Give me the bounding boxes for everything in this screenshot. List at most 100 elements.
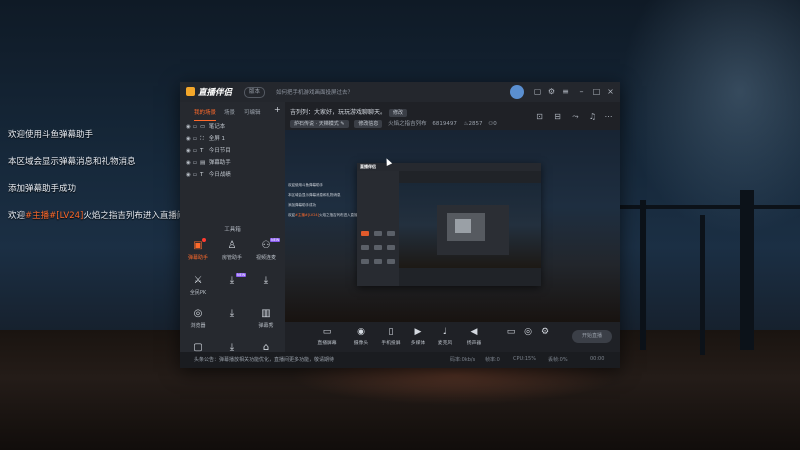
tool-download[interactable]: NEW ⤓ (217, 273, 247, 289)
nested-window (455, 219, 471, 233)
nested-tool (387, 259, 395, 264)
title-bar[interactable]: 直播伴侣 版本 如何把手机游戏画面投屏过去？ ▢ ⚙ ≡ – □ × (180, 82, 620, 102)
viewer-count: 0 (493, 121, 497, 127)
stat-bitrate: 码率:0kb/s (450, 357, 476, 363)
user-avatar[interactable] (510, 85, 524, 99)
tool-download[interactable]: ⤓ (251, 275, 281, 289)
tab-editable[interactable]: 可编辑 (244, 108, 261, 116)
edit-title-button[interactable]: 修改 (389, 109, 408, 117)
eye-icon[interactable]: ◉ (186, 148, 193, 154)
lock-icon[interactable]: ▫ (193, 172, 200, 178)
lock-icon[interactable]: ▫ (193, 160, 200, 166)
announcement-text: 头条公告：弹幕播放相关功能优化，直播间更多功能，敬请期待 (194, 357, 335, 363)
eye-icon[interactable]: ◉ (186, 124, 193, 130)
start-live-button[interactable]: 开始直播 (572, 330, 612, 343)
lock-icon[interactable]: ▫ (193, 136, 200, 142)
chat-host-tag: #主播#[LV24] (25, 211, 84, 221)
room-title-row: 吉列列：大家好，玩玩游戏聊聊天。 修改 (290, 107, 408, 117)
add-scene-button[interactable]: + (274, 105, 281, 114)
settings-button[interactable]: ⚙ (531, 327, 559, 337)
maximize-icon[interactable]: □ (592, 87, 601, 96)
category-label: 炉石传说 · 天梯模式 (294, 121, 339, 127)
background-rail (620, 205, 800, 209)
chat-suffix: 进入直播间 (142, 211, 186, 221)
preview-chat-line: 欢迎使用斗鱼弹幕助手 (288, 183, 323, 187)
minimize-icon[interactable]: – (577, 87, 586, 96)
eye-icon[interactable]: ◉ (186, 172, 193, 178)
background-post (640, 200, 646, 350)
chat-window-icon[interactable]: ▢ (533, 87, 542, 96)
room-id: 6819497 (432, 121, 457, 127)
monitor-icon: ▭ (322, 327, 332, 337)
scene-item[interactable]: ◉ ▫ T 今日战绩 (186, 170, 231, 179)
tool-danmaku-show[interactable]: ▥ 弹幕秀 (251, 308, 281, 329)
camera-button[interactable]: ◉ 摄像头 (347, 327, 375, 346)
phone-cast-button[interactable]: ▯ 手机投屏 (377, 327, 405, 346)
tool-browser[interactable]: ◎ 浏览器 (183, 308, 213, 329)
tool-danmaku-assistant[interactable]: ▣ 弹幕助手 (183, 238, 213, 261)
source-control-bar: ▭ 直播屏幕 ◉ 摄像头 ▯ 手机投屏 ▶ 多媒体 ♩ 麦克风 ◀ 扬声器 ▭ ◎ ⚙ 开始… (285, 322, 620, 352)
lock-icon[interactable]: ▫ (193, 148, 200, 154)
speaker-button[interactable]: ◀ 扬声器 (460, 327, 488, 346)
preview-chat-line: 添加弹幕助手成功 (288, 203, 316, 207)
control-label: 多媒体 (410, 341, 426, 346)
scene-item[interactable]: ◉ ▫ ▭ 笔记本 (186, 122, 225, 131)
chat-icon: ▤ (200, 160, 206, 166)
edit-info-button[interactable]: 修改信息 (354, 120, 383, 128)
version-badge[interactable]: 版本 (244, 87, 266, 98)
control-label: 手机投屏 (381, 341, 401, 346)
new-badge: NEW (270, 238, 281, 242)
live-preview[interactable]: 欢迎使用斗鱼弹幕助手 本区域会显示弹幕消息和礼物消息 添加弹幕助手成功 欢迎#主… (285, 130, 620, 322)
room-info-bar: 吉列列：大家好，玩玩游戏聊聊天。 修改 炉石传说 · 天梯模式 ✎ 修改信息 火焰… (285, 102, 620, 130)
tool-label: 弹幕助手 (187, 255, 208, 261)
overlay-chat-line: 添加弹幕助手成功 (8, 184, 77, 194)
tool-download[interactable]: ⤓ (217, 308, 247, 322)
tab-scenes[interactable]: 场景 (224, 108, 235, 116)
eye-icon[interactable]: ◉ (186, 160, 193, 166)
status-footer: 头条公告：弹幕播放相关功能优化，直播间更多功能，敬请期待 码率:0kb/s 帧率… (180, 352, 620, 368)
gift-icon[interactable]: ⊡ (535, 112, 544, 121)
new-badge: NEW (236, 273, 247, 277)
tool-video-link[interactable]: NEW ⚇ 视频连麦 (251, 238, 281, 261)
tool-room-manager[interactable]: ♙ 房管助手 (217, 240, 247, 261)
more-icon[interactable]: ⋯ (604, 112, 613, 121)
nested-sidebar (357, 171, 399, 286)
bell-icon[interactable]: ♫ (588, 112, 597, 121)
app-logo: 直播伴侣 (186, 86, 232, 98)
help-notice-link[interactable]: 如何把手机游戏画面投屏过去？ (276, 88, 353, 96)
microphone-button[interactable]: ♩ 麦克风 (431, 327, 459, 346)
text-icon: T (200, 172, 204, 178)
overlay-chat-line: 本区域会显示弹幕消息和礼物消息 (8, 157, 136, 167)
record-icon[interactable]: ⊟ (553, 112, 562, 121)
camera-icon: ◉ (357, 327, 365, 337)
tool-label: 全民PK (189, 290, 207, 296)
scene-label: 全屏 1 (208, 136, 225, 142)
nested-title-bar: 直播伴侣 (357, 163, 541, 171)
room-title: 吉列列：大家好，玩玩游戏聊聊天。 (290, 109, 387, 116)
eye-icon[interactable]: ◉ (186, 136, 193, 142)
tool-pk[interactable]: ⚔ 全民PK (183, 275, 213, 296)
media-icon: ▶ (414, 327, 422, 337)
screen-capture-button[interactable]: ▭ 直播屏幕 (313, 327, 341, 346)
heat-count: 2857 (468, 121, 483, 127)
media-button[interactable]: ▶ 多媒体 (404, 327, 432, 346)
category-selector[interactable]: 炉石传说 · 天梯模式 ✎ (290, 120, 349, 128)
tool-label: 房管助手 (221, 255, 242, 261)
scene-item[interactable]: ◉ ▫ ⛶ 全屏 1 (186, 134, 225, 143)
nested-tool (361, 245, 369, 250)
share-icon[interactable]: ⤳ (571, 112, 580, 121)
text-icon: T (200, 148, 204, 154)
nested-tool (374, 245, 382, 250)
scene-item[interactable]: ◉ ▫ ▤ 弹幕助手 (186, 158, 231, 167)
nested-tool (374, 231, 382, 236)
menu-icon[interactable]: ≡ (561, 87, 570, 96)
tab-my-scenes[interactable]: 我的场景 (194, 108, 216, 116)
scene-item[interactable]: ◉ ▫ T 今日节目 (186, 146, 231, 155)
control-label: 摄像头 (353, 341, 369, 346)
phone-cast-icon: ▯ (388, 327, 394, 337)
lock-icon[interactable]: ▫ (193, 124, 200, 130)
chat-prefix: 欢迎 (288, 213, 295, 217)
settings-icon[interactable]: ⚙ (547, 87, 556, 96)
close-icon[interactable]: × (606, 87, 615, 96)
screen-icon: ▥ (261, 308, 271, 319)
